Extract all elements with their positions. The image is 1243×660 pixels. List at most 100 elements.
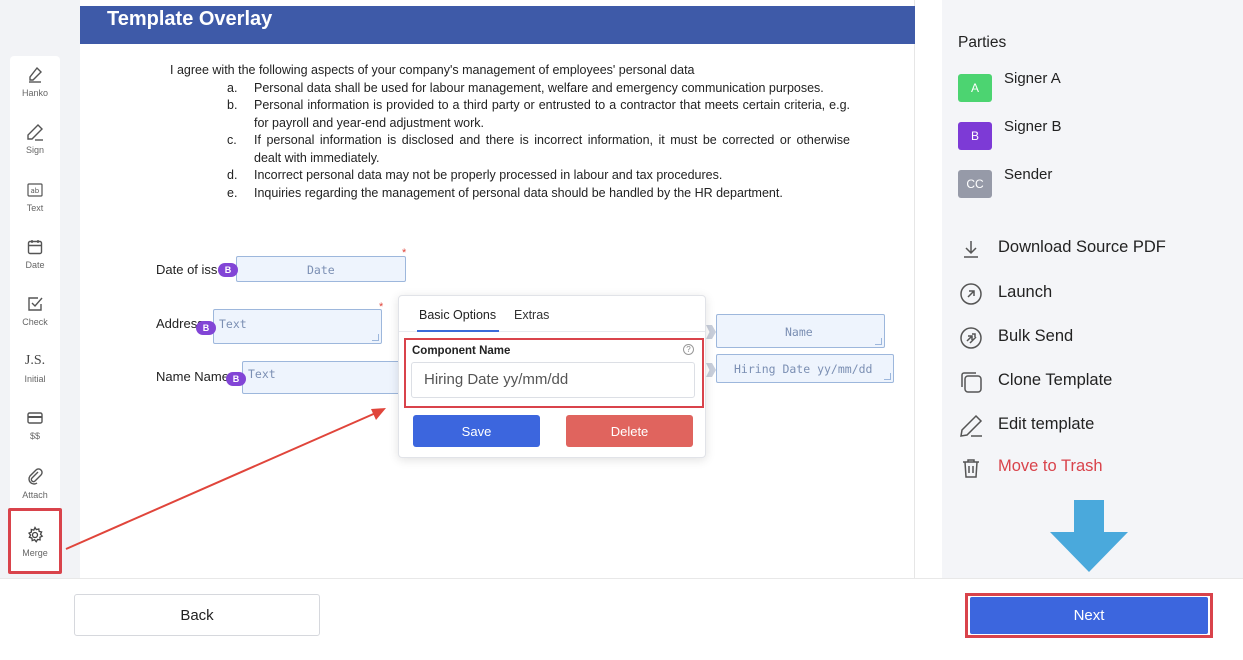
hiring-date-field[interactable]: Hiring Date yy/mm/dd	[716, 354, 894, 383]
delete-button[interactable]: Delete	[566, 415, 693, 447]
resize-handle[interactable]	[875, 338, 882, 345]
signer-b-badge: B	[196, 321, 216, 335]
action-label: Edit template	[998, 415, 1095, 433]
field-placeholder: Name	[785, 325, 813, 339]
field-placeholder: Text	[219, 317, 247, 331]
tool-merge[interactable]: Merge	[8, 508, 62, 574]
tool-label: Date	[25, 259, 45, 270]
required-marker: *	[379, 301, 384, 313]
required-marker: *	[402, 247, 407, 259]
help-icon[interactable]: ?	[683, 344, 694, 355]
list-marker: b.	[227, 98, 238, 112]
move-to-trash[interactable]: Move to Trash	[958, 455, 1228, 481]
list-marker: d.	[227, 168, 238, 182]
component-options-popup: Basic Options Extras Component Name ? Hi…	[398, 295, 706, 458]
party-name: Signer B	[1004, 118, 1062, 135]
list-text: Incorrect personal data may not be prope…	[254, 168, 723, 182]
calendar-icon	[25, 237, 45, 257]
tool-text[interactable]: ab Text	[10, 171, 60, 221]
bulk-send-icon	[958, 325, 984, 351]
action-label: Clone Template	[998, 371, 1113, 389]
list-marker: c.	[227, 133, 237, 147]
tool-payment[interactable]: $$	[10, 399, 60, 449]
signer-b-badge: B	[226, 372, 246, 386]
card-icon	[25, 408, 45, 428]
component-toolbar: Hanko Sign ab Text Date Check J.S. Initi…	[8, 56, 62, 574]
list-text: Personal information is provided to a th…	[254, 98, 850, 130]
tool-label: Attach	[22, 489, 48, 500]
edit-icon	[958, 413, 984, 439]
signer-b-badge: B	[218, 263, 238, 277]
hanko-icon	[25, 65, 45, 85]
gear-icon	[25, 525, 45, 545]
date-field[interactable]: Date	[236, 256, 406, 282]
component-name-label: Component Name	[412, 345, 511, 357]
tool-attach[interactable]: Attach	[10, 458, 60, 508]
party-signer-b[interactable]: B Signer B	[958, 118, 1218, 150]
action-label: Download Source PDF	[998, 238, 1166, 256]
right-sidebar: Parties A Signer A B Signer B CC Sender …	[942, 0, 1243, 578]
list-item: d. Incorrect personal data may not be pro…	[227, 167, 850, 185]
party-badge: B	[958, 122, 992, 150]
field-placeholder: Text	[248, 367, 276, 381]
tool-label: Merge	[22, 547, 48, 558]
paperclip-icon	[25, 467, 45, 487]
initial-icon: J.S.	[24, 352, 46, 368]
bulk-send[interactable]: Bulk Send	[958, 325, 1228, 351]
tab-extras[interactable]: Extras	[514, 308, 549, 322]
document-title: Template Overlay	[80, 6, 915, 44]
resize-handle[interactable]	[372, 334, 379, 341]
back-button[interactable]: Back	[74, 594, 320, 636]
resize-handle[interactable]	[884, 373, 891, 380]
list-item: b. Personal information is provided to a …	[227, 97, 850, 132]
download-source-pdf[interactable]: Download Source PDF	[958, 236, 1228, 262]
checkbox-icon	[25, 294, 45, 314]
list-marker: a.	[227, 80, 238, 95]
party-sender[interactable]: CC Sender	[958, 166, 1218, 198]
next-button[interactable]: Next	[970, 597, 1208, 634]
field-placeholder: Date	[307, 263, 335, 277]
action-label: Launch	[998, 283, 1053, 301]
launch[interactable]: Launch	[958, 281, 1228, 307]
tool-check[interactable]: Check	[10, 285, 60, 335]
clone-icon	[958, 369, 984, 395]
document-body: I agree with the following aspects of yo…	[170, 62, 850, 202]
document-list: a. Personal data shall be used for labour…	[227, 80, 850, 203]
component-name-input[interactable]: Hiring Date yy/mm/dd	[411, 362, 695, 398]
trash-icon	[958, 455, 984, 481]
edit-template[interactable]: Edit template	[958, 413, 1228, 439]
pen-icon	[25, 122, 45, 142]
name-right-field[interactable]: Name	[716, 314, 885, 348]
tool-label: Text	[26, 202, 44, 213]
party-signer-a[interactable]: A Signer A	[958, 70, 1218, 102]
party-name: Signer A	[1004, 70, 1061, 87]
address-field[interactable]: Text	[213, 309, 382, 344]
tool-label: $$	[29, 430, 40, 441]
arrow-down-icon	[1050, 500, 1128, 572]
active-tab-indicator	[417, 330, 499, 332]
launch-icon	[958, 281, 984, 307]
list-item: a. Personal data shall be used for labour…	[227, 80, 850, 98]
tool-sign[interactable]: Sign	[10, 113, 60, 163]
tab-basic-options[interactable]: Basic Options	[419, 308, 496, 322]
list-text: If personal information is disclosed and…	[254, 133, 850, 165]
svg-text:ab: ab	[31, 187, 40, 195]
clone-template[interactable]: Clone Template	[958, 369, 1228, 395]
popup-tabs: Basic Options Extras	[399, 296, 705, 332]
list-marker: e.	[227, 185, 238, 200]
save-button[interactable]: Save	[413, 415, 540, 447]
action-label: Bulk Send	[998, 327, 1074, 345]
tool-date[interactable]: Date	[10, 228, 60, 278]
date-of-issue-label: Date of iss	[156, 262, 218, 277]
list-item: e. Inquiries regarding the management of …	[227, 185, 850, 203]
name-field[interactable]: Text	[242, 361, 402, 394]
field-placeholder: Hiring Date yy/mm/dd	[734, 362, 873, 376]
tool-hanko[interactable]: Hanko	[10, 56, 60, 106]
document-intro: I agree with the following aspects of yo…	[170, 63, 695, 77]
parties-title: Parties	[958, 34, 1007, 51]
name-label: Name Name	[156, 369, 229, 384]
tool-initial[interactable]: J.S. Initial	[10, 342, 60, 392]
party-name: Sender	[1004, 166, 1053, 183]
party-badge: CC	[958, 170, 992, 198]
tool-label: Initial	[24, 373, 46, 384]
